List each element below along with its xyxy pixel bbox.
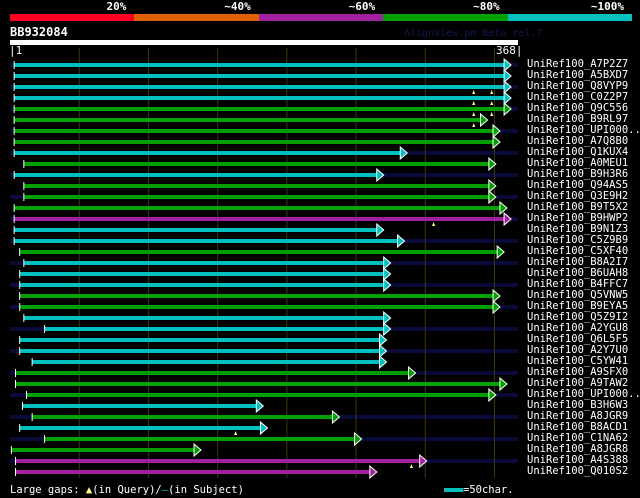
hit-end-arrow-icon bbox=[383, 255, 392, 271]
hit-end-arrow-icon bbox=[376, 167, 385, 183]
hit-label[interactable]: UniRef100_Q010S2 bbox=[527, 466, 628, 477]
hit-end-arrow-icon bbox=[503, 79, 512, 95]
scale-text: =50char. bbox=[463, 484, 514, 496]
query-gap-marker-icon bbox=[432, 222, 436, 226]
legend-query-text: (in Query)/ bbox=[92, 484, 162, 496]
hit-end-arrow-icon bbox=[379, 343, 388, 359]
hit-end-arrow-icon bbox=[399, 145, 409, 161]
hit-end-arrow-icon bbox=[259, 420, 269, 436]
query-gap-marker-icon bbox=[234, 431, 238, 435]
hit-end-arrow-icon bbox=[503, 90, 512, 106]
query-gap-marker-icon bbox=[490, 112, 494, 116]
hit-end-arrow-icon bbox=[503, 211, 512, 227]
hit-end-arrow-icon bbox=[331, 409, 341, 425]
hit-end-arrow-icon bbox=[383, 266, 392, 282]
hit-end-arrow-icon bbox=[492, 299, 501, 315]
hit-end-arrow-icon bbox=[354, 431, 363, 447]
hit-end-arrow-icon bbox=[376, 222, 385, 238]
hit-end-arrow-icon bbox=[383, 310, 392, 326]
gap-legend: Large gaps: ▲(in Query)/–(in Subject) bbox=[10, 484, 244, 496]
hit-end-arrow-icon bbox=[369, 464, 378, 480]
legend-prefix: Large gaps: bbox=[10, 484, 80, 496]
hit-end-arrow-icon bbox=[499, 200, 508, 216]
query-gap-marker-icon bbox=[472, 101, 476, 105]
hit-end-arrow-icon bbox=[480, 112, 489, 128]
query-gap-marker-icon bbox=[490, 101, 494, 105]
hit-end-arrow-icon bbox=[396, 233, 406, 249]
query-gap-marker-icon bbox=[409, 464, 413, 468]
hit-end-arrow-icon bbox=[379, 332, 388, 348]
hit-end-arrow-icon bbox=[379, 354, 388, 370]
hit-end-arrow-icon bbox=[383, 277, 392, 293]
hit-end-arrow-icon bbox=[492, 123, 501, 139]
hit-end-arrow-icon bbox=[193, 442, 202, 458]
hit-end-arrow-icon bbox=[503, 101, 512, 117]
scale-bar-icon bbox=[444, 488, 463, 492]
hit-end-arrow-icon bbox=[492, 134, 501, 150]
hit-end-arrow-icon bbox=[499, 376, 508, 392]
query-gap-marker-icon bbox=[472, 123, 476, 127]
hit-end-arrow-icon bbox=[503, 57, 512, 73]
hit-end-arrow-icon bbox=[255, 398, 265, 414]
hit-end-arrow-icon bbox=[492, 288, 501, 304]
query-gap-marker-icon bbox=[490, 90, 494, 94]
hit-end-arrow-icon bbox=[503, 68, 512, 84]
hit-end-arrow-icon bbox=[383, 321, 392, 337]
hit-end-arrow-icon bbox=[496, 244, 505, 260]
hit-end-arrow-icon bbox=[408, 365, 417, 381]
legend-subject-text: (in Subject) bbox=[168, 484, 244, 496]
query-gap-marker-icon bbox=[472, 112, 476, 116]
scale-legend: =50char. bbox=[444, 484, 514, 496]
query-gap-marker-icon bbox=[472, 90, 476, 94]
